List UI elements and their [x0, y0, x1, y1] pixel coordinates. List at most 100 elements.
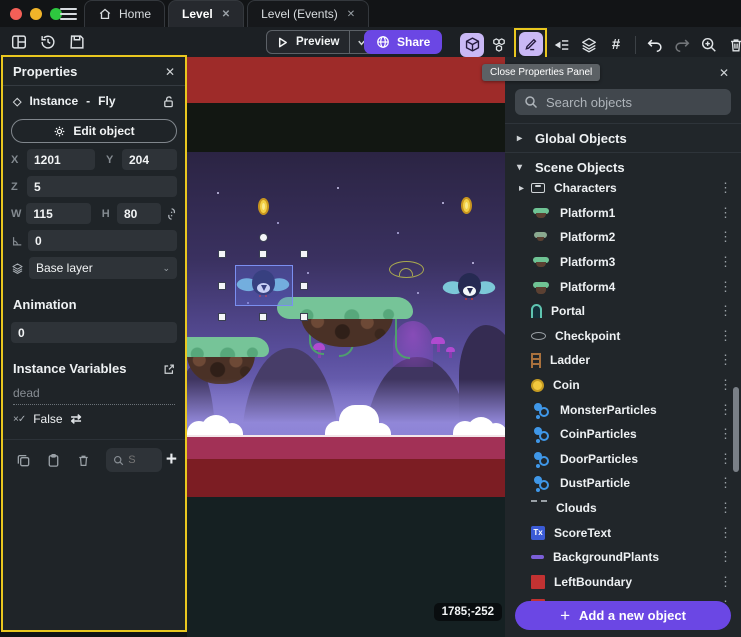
item-menu-icon[interactable]: ⋮ — [719, 303, 732, 319]
layer-select[interactable]: Base layer ⌄ — [29, 257, 177, 279]
resize-handle[interactable] — [300, 250, 308, 258]
coin-instance[interactable] — [258, 198, 269, 215]
object-groups-icon[interactable] — [487, 33, 511, 57]
edit-properties-pencil-icon[interactable] — [519, 32, 543, 56]
close-window-button[interactable] — [10, 8, 22, 20]
preview-button[interactable]: Preview — [266, 30, 374, 54]
rotation-handle[interactable] — [259, 233, 268, 242]
resize-handle[interactable] — [218, 282, 226, 290]
object-item[interactable]: DoorParticles⋮ — [505, 447, 741, 472]
item-menu-icon[interactable]: ⋮ — [719, 229, 732, 245]
undo-icon[interactable] — [643, 33, 667, 57]
item-menu-icon[interactable]: ⋮ — [719, 475, 732, 491]
object-item[interactable]: Platform4⋮ — [505, 274, 741, 299]
item-menu-icon[interactable]: ⋮ — [719, 180, 732, 196]
x-input[interactable] — [27, 149, 95, 170]
objects-search-input[interactable] — [546, 95, 722, 110]
object-item[interactable]: MonsterParticles⋮ — [505, 397, 741, 422]
toggle-value-icon[interactable]: ⇄ — [71, 411, 82, 427]
trash-icon[interactable] — [71, 450, 97, 470]
item-menu-icon[interactable]: ⋮ — [719, 451, 732, 467]
item-menu-icon[interactable]: ⋮ — [719, 402, 732, 418]
macos-traffic-lights[interactable] — [10, 8, 62, 20]
object-item[interactable]: DustParticle⋮ — [505, 471, 741, 496]
instances-list-icon[interactable] — [550, 33, 574, 57]
tab-level[interactable]: Level ✕ — [168, 0, 244, 27]
grid-icon[interactable]: # — [604, 33, 628, 57]
item-menu-icon[interactable]: ⋮ — [719, 205, 732, 221]
panels-layout-icon[interactable] — [8, 31, 30, 53]
save-icon[interactable] — [66, 31, 88, 53]
object-item[interactable]: Portal⋮ — [505, 299, 741, 324]
resize-handle[interactable] — [300, 313, 308, 321]
item-menu-icon[interactable]: ⋮ — [719, 352, 732, 368]
object-item[interactable]: TxScoreText⋮ — [505, 520, 741, 545]
item-menu-icon[interactable]: ⋮ — [719, 377, 732, 393]
3d-view-icon[interactable] — [460, 33, 484, 57]
item-menu-icon[interactable]: ⋮ — [719, 549, 732, 565]
item-menu-icon[interactable]: ⋮ — [719, 574, 732, 590]
object-item[interactable]: Coin⋮ — [505, 373, 741, 398]
add-variable-button[interactable]: + — [166, 449, 177, 471]
variable-name[interactable]: dead — [13, 386, 175, 405]
delete-icon[interactable] — [724, 33, 741, 57]
add-new-object-button[interactable]: + Add a new object — [515, 601, 731, 630]
resize-handle[interactable] — [300, 282, 308, 290]
paste-icon[interactable] — [41, 450, 67, 470]
object-item[interactable]: Clouds⋮ — [505, 496, 741, 521]
resize-handle[interactable] — [259, 313, 267, 321]
share-button[interactable]: Share — [364, 30, 442, 54]
z-input[interactable] — [27, 176, 177, 197]
object-item[interactable]: CoinParticles⋮ — [505, 422, 741, 447]
object-item[interactable]: ▸Characters⋮ — [505, 176, 741, 201]
minimize-window-button[interactable] — [30, 8, 42, 20]
variables-search[interactable] — [106, 448, 162, 472]
scene-canvas[interactable]: 1785;-252 — [187, 57, 505, 637]
item-menu-icon[interactable]: ⋮ — [719, 525, 732, 541]
variables-search-input[interactable] — [128, 454, 148, 466]
tab-level-events[interactable]: Level (Events) ✕ — [247, 0, 369, 27]
unlock-icon[interactable] — [162, 95, 175, 108]
item-menu-icon[interactable]: ⋮ — [719, 426, 732, 442]
tab-home[interactable]: Home — [84, 0, 165, 27]
scrollbar[interactable] — [733, 387, 739, 472]
object-item[interactable]: Checkpoint⋮ — [505, 324, 741, 349]
y-input[interactable] — [122, 149, 177, 170]
cloud-instance[interactable] — [339, 405, 379, 435]
checkpoint-instance[interactable] — [389, 261, 424, 278]
fly-instance[interactable] — [443, 272, 495, 306]
object-item[interactable]: LeftBoundary⋮ — [505, 570, 741, 595]
open-variables-external-icon[interactable] — [163, 363, 175, 375]
bottom-boundary-instance[interactable] — [187, 459, 505, 497]
close-properties-icon[interactable]: ✕ — [165, 65, 175, 79]
close-tab-icon[interactable]: ✕ — [347, 9, 355, 20]
close-tab-icon[interactable]: ✕ — [222, 9, 230, 20]
item-menu-icon[interactable]: ⋮ — [719, 328, 732, 344]
lock-ratio-link-icon[interactable] — [166, 207, 177, 221]
object-item[interactable]: Ladder⋮ — [505, 348, 741, 373]
object-item[interactable]: BackgroundPlants⋮ — [505, 545, 741, 570]
objects-search[interactable] — [515, 89, 731, 115]
object-item[interactable]: Platform1⋮ — [505, 201, 741, 226]
width-input[interactable] — [26, 203, 90, 224]
edit-object-button[interactable]: Edit object — [11, 119, 177, 143]
animation-input[interactable] — [11, 322, 177, 343]
zoom-in-icon[interactable] — [697, 33, 721, 57]
close-objects-panel-icon[interactable]: ✕ — [719, 66, 729, 80]
resize-handle[interactable] — [218, 313, 226, 321]
item-menu-icon[interactable]: ⋮ — [719, 279, 732, 295]
object-item[interactable]: Platform3⋮ — [505, 250, 741, 275]
history-icon[interactable] — [37, 31, 59, 53]
item-menu-icon[interactable]: ⋮ — [719, 500, 732, 516]
height-input[interactable] — [117, 203, 161, 224]
coin-instance[interactable] — [461, 197, 472, 214]
copy-icon[interactable] — [11, 450, 37, 470]
object-item[interactable]: Platform2⋮ — [505, 225, 741, 250]
angle-input[interactable] — [28, 230, 177, 251]
resize-handle[interactable] — [218, 250, 226, 258]
group-global-objects[interactable]: ▸ Global Objects — [505, 123, 741, 152]
item-menu-icon[interactable]: ⋮ — [719, 254, 732, 270]
menu-icon[interactable] — [60, 8, 77, 20]
variable-value[interactable]: False — [33, 412, 62, 426]
layers-icon[interactable] — [577, 33, 601, 57]
